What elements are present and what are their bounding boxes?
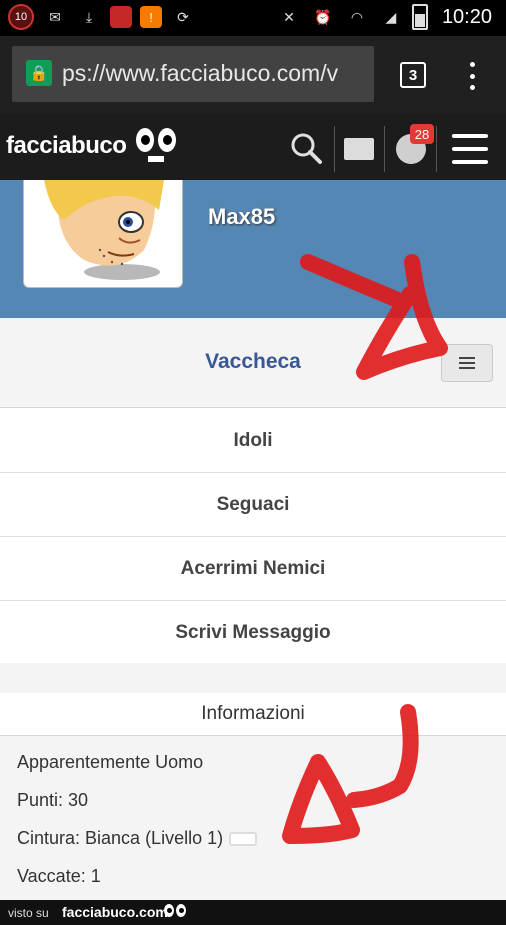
url-text[interactable]: ps://www.facciabuco.com/v bbox=[62, 60, 368, 87]
nav-divider bbox=[436, 126, 437, 172]
nav-divider bbox=[384, 126, 385, 172]
section-spacer bbox=[0, 663, 506, 694]
notifications-badge: 28 bbox=[410, 124, 434, 144]
nav-divider bbox=[334, 126, 335, 172]
mail-icon[interactable] bbox=[344, 138, 374, 160]
status-bar: 10 ✉ ⤓ ! ⟳ ✕ ⏰ ◠ ◢ 10:20 bbox=[0, 0, 506, 36]
site-logo[interactable]: facciabuco bbox=[6, 132, 127, 160]
site-menu-icon[interactable] bbox=[452, 134, 488, 164]
site-navbar: facciabuco 28 bbox=[0, 114, 506, 180]
address-bar[interactable]: 🔒 ps://www.facciabuco.com/v bbox=[12, 46, 374, 102]
app-notification-icon bbox=[110, 6, 132, 28]
alarm-icon: ⏰ bbox=[314, 8, 332, 25]
profile-username: Max85 bbox=[208, 204, 276, 229]
download-done-icon: ⤓ bbox=[85, 8, 93, 25]
browser-toolbar: 🔒 ps://www.facciabuco.com/v 3 bbox=[0, 36, 506, 114]
info-belt-row: Cintura: Bianca (Livello 1) bbox=[17, 828, 258, 849]
avatar[interactable] bbox=[23, 180, 183, 288]
tab-switcher-button[interactable]: 3 bbox=[400, 62, 426, 88]
footer-visto-label: visto su bbox=[8, 906, 49, 920]
battery-icon bbox=[411, 4, 428, 30]
info-belt: Cintura: Bianca (Livello 1) bbox=[17, 828, 224, 848]
profile-banner: Max85 bbox=[0, 180, 506, 318]
info-section-header: Informazioni bbox=[0, 693, 506, 736]
menu-item-scrivi-messaggio[interactable]: Scrivi Messaggio bbox=[0, 601, 506, 665]
info-gender: Apparentemente Uomo bbox=[17, 752, 204, 772]
gmail-icon: ✉ bbox=[49, 8, 61, 25]
signal-icon: ◢ bbox=[385, 8, 397, 25]
menu-item-idoli[interactable]: Idoli bbox=[0, 409, 506, 473]
wifi-icon: ◠ bbox=[350, 8, 364, 25]
info-section-body: Apparentemente Uomo Punti: 30 Cintura: B… bbox=[0, 736, 506, 900]
sync-icon: ⟳ bbox=[177, 8, 189, 25]
white-belt-icon bbox=[229, 832, 258, 847]
rank-bar: Vaccheca bbox=[0, 318, 506, 408]
info-vaccate: Vaccate: 1 bbox=[17, 866, 101, 886]
browser-menu-button[interactable] bbox=[466, 62, 478, 90]
vibrate-mute-icon: ✕ bbox=[283, 8, 295, 25]
profile-menu-toggle-button[interactable] bbox=[441, 344, 493, 382]
footer-logo: facciabuco.com bbox=[62, 904, 168, 920]
cartoon-face-avatar bbox=[44, 180, 164, 280]
info-points: Punti: 30 bbox=[17, 790, 89, 810]
menu-item-acerrimi-nemici[interactable]: Acerrimi Nemici bbox=[0, 537, 506, 601]
logo-eyes-icon bbox=[136, 126, 178, 166]
warning-app-icon: ! bbox=[140, 6, 162, 28]
search-icon[interactable] bbox=[290, 132, 322, 164]
footer-watermark: visto su facciabuco.com bbox=[0, 900, 506, 925]
notification-count-icon: 10 bbox=[8, 4, 34, 30]
rank-title: Vaccheca bbox=[205, 350, 301, 373]
lock-icon: 🔒 bbox=[26, 60, 52, 86]
footer-eyes-icon bbox=[164, 903, 188, 921]
menu-item-seguaci[interactable]: Seguaci bbox=[0, 473, 506, 537]
clock: 10:20 bbox=[441, 5, 492, 28]
profile-menu-list: Idoli Seguaci Acerrimi Nemici Scrivi Mes… bbox=[0, 409, 506, 665]
